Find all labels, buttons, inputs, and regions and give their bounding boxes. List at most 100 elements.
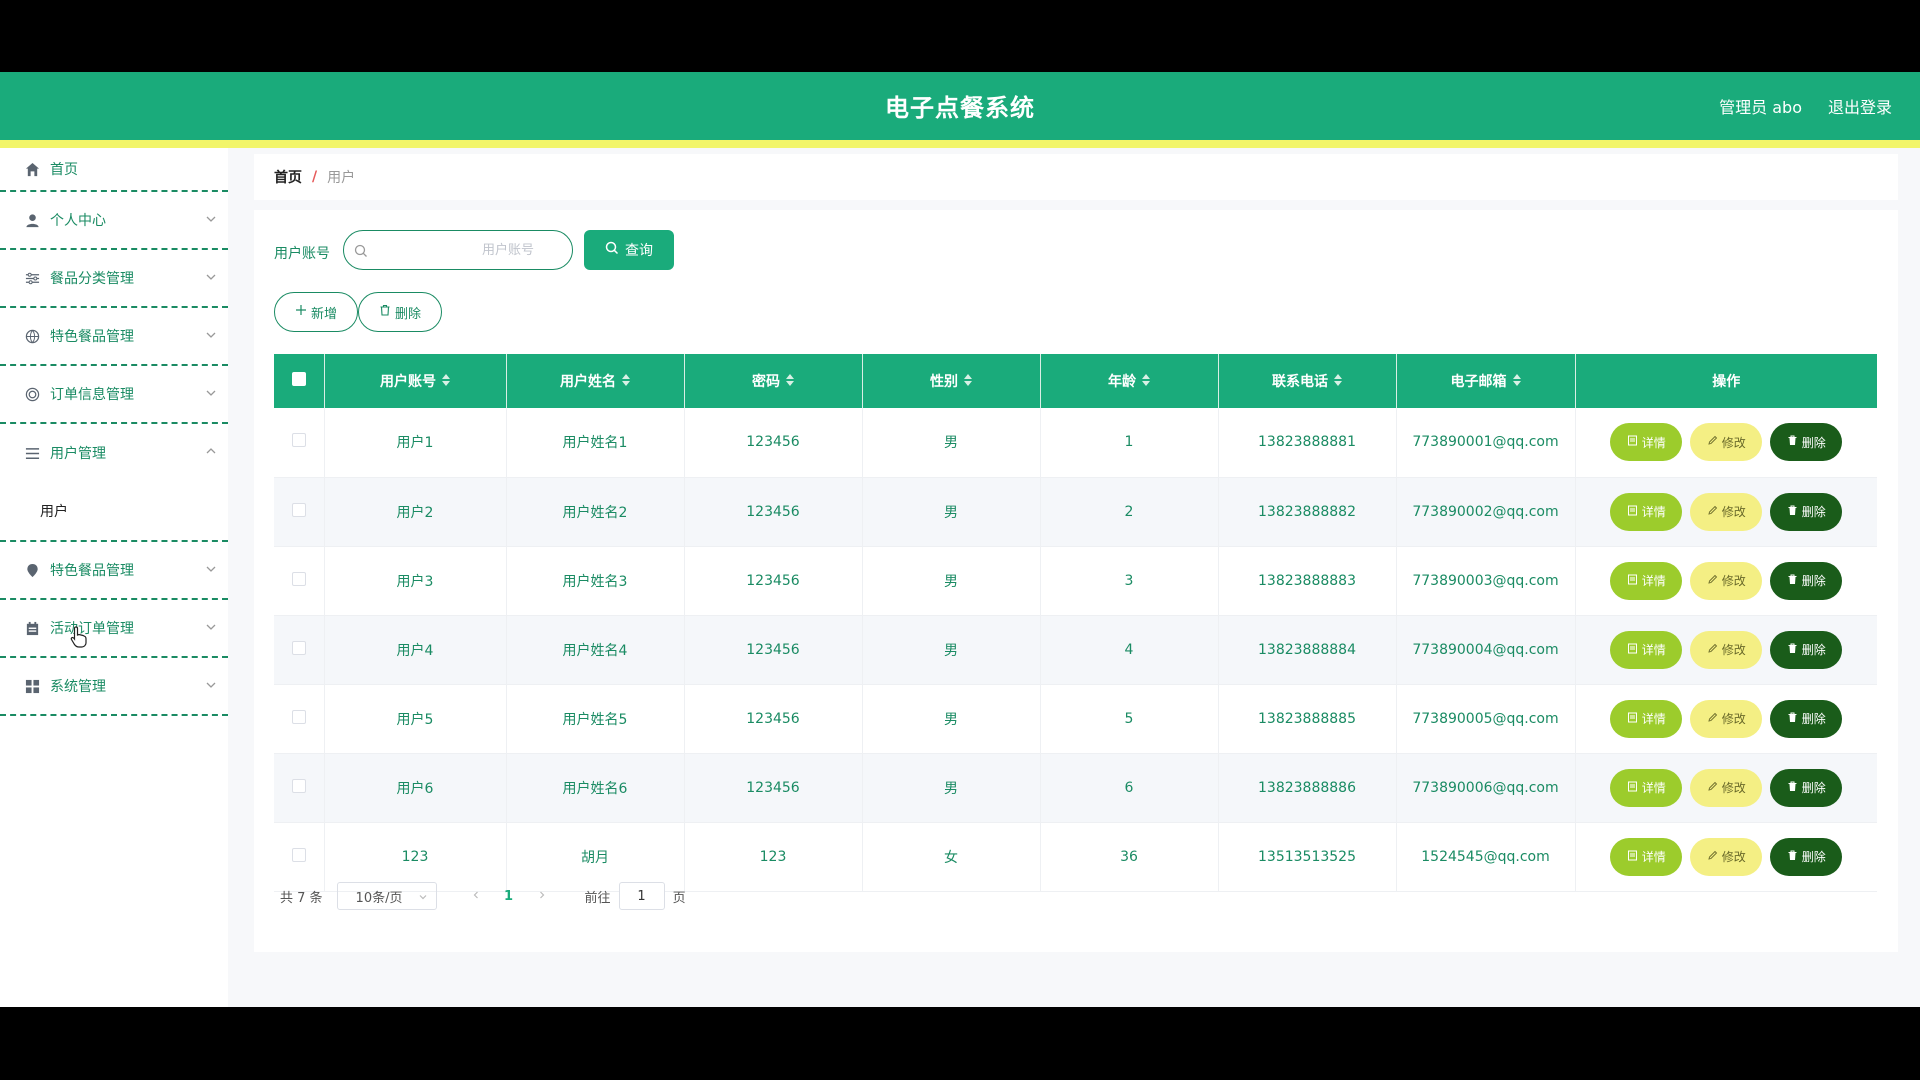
sort-icon[interactable]	[1512, 374, 1521, 390]
row-actions: 详情 修改 删除	[1575, 753, 1877, 823]
sort-icon[interactable]	[786, 374, 794, 390]
row-checkbox[interactable]	[291, 502, 306, 517]
sidebar-item-featured-dish-management[interactable]: 特色餐品管理	[0, 308, 228, 366]
sidebar-subitem-user[interactable]: 用户	[0, 482, 228, 542]
edit-button[interactable]: 修改	[1690, 768, 1763, 807]
next-page-button[interactable]	[527, 889, 557, 904]
edit-button[interactable]: 修改	[1690, 492, 1763, 531]
delete-button[interactable]: 删除	[1770, 768, 1843, 807]
sidebar: 首页 个人中心 餐品分类管理 特色餐品管理 订单信息管理 用户管理 用户 特色餐…	[0, 148, 228, 1007]
column-header[interactable]: 密码	[684, 354, 863, 408]
row-actions: 详情 修改 删除	[1575, 408, 1877, 478]
sidebar-item-category-management[interactable]: 餐品分类管理	[0, 250, 228, 308]
search-input[interactable]	[374, 231, 564, 269]
row-checkbox[interactable]	[291, 847, 306, 862]
breadcrumb-home[interactable]: 首页	[274, 167, 302, 187]
sidebar-item-user-management[interactable]: 用户管理	[0, 424, 228, 482]
prev-page-button[interactable]	[461, 889, 491, 904]
column-header[interactable]: 电子邮箱	[1396, 354, 1576, 408]
row-checkbox[interactable]	[291, 778, 306, 793]
admin-name[interactable]: 管理员 abo	[1719, 94, 1802, 118]
trash-icon	[1787, 850, 1798, 864]
delete-button[interactable]: 删除	[1770, 699, 1843, 738]
select-all-checkbox[interactable]	[291, 372, 306, 386]
goto-page-input[interactable]	[618, 882, 665, 910]
column-header[interactable]: 性别	[862, 354, 1041, 408]
table-cell: 1524545@qq.com	[1396, 822, 1576, 892]
sidebar-item-system-management[interactable]: 系统管理	[0, 658, 228, 716]
detail-button[interactable]: 详情	[1610, 423, 1683, 462]
table-cell: 3	[1040, 546, 1219, 616]
row-checkbox[interactable]	[291, 640, 306, 655]
delete-button[interactable]: 删除	[1770, 423, 1843, 462]
detail-button[interactable]: 详情	[1610, 630, 1683, 669]
table-cell: 用户姓名1	[506, 408, 685, 478]
logout-link[interactable]: 退出登录	[1828, 94, 1892, 118]
sidebar-item-featured-dish-management-2[interactable]: 特色餐品管理	[0, 542, 228, 600]
delete-button[interactable]: 删除	[1770, 837, 1843, 876]
sort-icon[interactable]	[1334, 374, 1342, 390]
row-actions: 详情 修改 删除	[1575, 822, 1877, 892]
table-cell: 女	[862, 822, 1041, 892]
table-cell: 男	[862, 477, 1041, 547]
goto-prefix: 前往	[584, 890, 611, 906]
table-cell: 用户姓名2	[506, 477, 685, 547]
add-button-label: 新增	[310, 306, 337, 322]
search-icon	[605, 241, 619, 259]
sidebar-item-label: 系统管理	[50, 679, 106, 695]
row-checkbox[interactable]	[291, 571, 306, 586]
edit-button[interactable]: 修改	[1690, 630, 1763, 669]
batch-delete-button[interactable]: 删除	[358, 292, 442, 332]
column-header[interactable]: 联系电话	[1218, 354, 1397, 408]
page-size-select[interactable]: 10条/页	[336, 882, 437, 910]
add-button[interactable]: 新增	[274, 292, 358, 332]
table-cell: 773890005@qq.com	[1396, 684, 1576, 754]
detail-button[interactable]: 详情	[1610, 768, 1683, 807]
table-cell: 773890002@qq.com	[1396, 477, 1576, 547]
sidebar-item-order-info-management[interactable]: 订单信息管理	[0, 366, 228, 424]
delete-button[interactable]: 删除	[1770, 630, 1843, 669]
sidebar-item-personal-center[interactable]: 个人中心	[0, 192, 228, 250]
edit-button[interactable]: 修改	[1690, 561, 1763, 600]
column-header[interactable]: 用户姓名	[506, 354, 685, 408]
table-cell: 用户4	[324, 615, 507, 685]
delete-button[interactable]: 删除	[1770, 561, 1843, 600]
chevron-down-icon	[418, 891, 428, 906]
row-select-cell	[274, 546, 325, 616]
detail-button[interactable]: 详情	[1610, 837, 1683, 876]
column-header[interactable]: 年龄	[1040, 354, 1219, 408]
edit-button[interactable]: 修改	[1690, 837, 1763, 876]
table-cell: 123	[684, 822, 863, 892]
page-number[interactable]: 1	[491, 889, 527, 904]
edit-button[interactable]: 修改	[1690, 423, 1763, 462]
chevron-down-icon	[204, 212, 218, 226]
table-cell: 用户3	[324, 546, 507, 616]
breadcrumb: 首页 / 用户	[254, 154, 1898, 200]
detail-button[interactable]: 详情	[1610, 561, 1683, 600]
detail-button[interactable]: 详情	[1610, 492, 1683, 531]
table-cell: 2	[1040, 477, 1219, 547]
edit-button[interactable]: 修改	[1690, 699, 1763, 738]
row-actions: 详情 修改 删除	[1575, 546, 1877, 616]
delete-button[interactable]: 删除	[1770, 492, 1843, 531]
app-window: 电子点餐系统 管理员 abo 退出登录 首页 个人中心 餐品分类管理 特色餐品管…	[0, 72, 1920, 1007]
sort-icon[interactable]	[622, 374, 630, 390]
user-table: 用户账号 用户姓名 密码 性别 年龄 联系电话 电子邮箱 操作 用户1 用户姓名1…	[274, 354, 1877, 892]
detail-button[interactable]: 详情	[1610, 699, 1683, 738]
home-icon	[24, 161, 40, 177]
target-icon	[24, 386, 40, 402]
column-header[interactable]: 用户账号	[324, 354, 507, 408]
batch-delete-button-label: 删除	[394, 306, 421, 322]
chevron-up-icon	[204, 444, 218, 458]
sort-icon[interactable]	[964, 374, 972, 390]
chevron-down-icon	[204, 270, 218, 284]
sidebar-item-activity-order-management[interactable]: 活动订单管理	[0, 600, 228, 658]
sort-icon[interactable]	[442, 374, 450, 390]
sidebar-item-home[interactable]: 首页	[0, 148, 228, 192]
query-button[interactable]: 查询	[584, 230, 674, 270]
sort-icon[interactable]	[1142, 374, 1150, 390]
row-checkbox[interactable]	[291, 433, 306, 448]
table-cell: 用户姓名5	[506, 684, 685, 754]
row-checkbox[interactable]	[291, 709, 306, 724]
table-cell: 13823888885	[1218, 684, 1397, 754]
